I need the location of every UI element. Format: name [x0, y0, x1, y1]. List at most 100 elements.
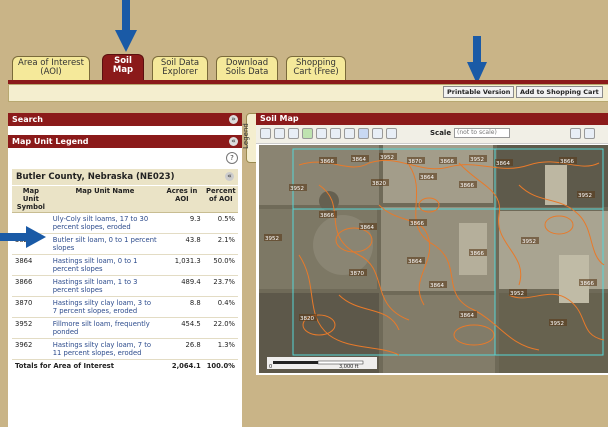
- identify-icon[interactable]: [358, 128, 369, 139]
- symbol-cell: 3870: [12, 296, 50, 318]
- table-row: 3864 Hastings silt loam, 0 to 1 percent …: [12, 254, 238, 276]
- symbol-cell: 3866: [12, 275, 50, 297]
- map-unit-name-link[interactable]: Hastings silty clay loam, 7 to 11 percen…: [49, 338, 161, 360]
- column-header-acres: Acres in AOI: [160, 186, 204, 213]
- totals-row: Totals for Area of Interest 2,064.1 100.…: [12, 360, 238, 373]
- acres-cell: 1,031.3: [160, 254, 204, 276]
- map-unit-name-link[interactable]: Hastings silt loam, 1 to 3 percent slope…: [49, 275, 161, 297]
- map-unit-label: 3864: [420, 175, 434, 181]
- clear-icon[interactable]: [386, 128, 397, 139]
- collapse-icon[interactable]: «: [229, 137, 238, 146]
- legend-toggle-icon[interactable]: [584, 128, 595, 139]
- legend-panel-header[interactable]: Map Unit Legend «: [8, 135, 242, 148]
- map-unit-label: 3952: [470, 157, 484, 163]
- map-unit-name-link[interactable]: Butler silt loam, 0 to 1 percent slopes: [49, 233, 161, 255]
- expand-icon[interactable]: »: [229, 115, 238, 124]
- full-extent-icon[interactable]: [302, 128, 313, 139]
- totals-acres: 2,064.1: [171, 362, 201, 370]
- percent-cell: 1.3%: [203, 338, 238, 360]
- zoom-to-aoi-icon[interactable]: [316, 128, 327, 139]
- legend-side-tab-label: Legend: [241, 123, 250, 149]
- percent-cell: 23.7%: [203, 275, 238, 297]
- pointer-arrow-icon: [115, 0, 137, 52]
- soil-map-panel: Soil Map Scale (not to scale) 3866 3864 …: [256, 113, 608, 375]
- county-header: Butler County, Nebraska (NE023) «: [12, 169, 238, 185]
- map-unit-label: 3952: [290, 186, 304, 192]
- acres-cell: 9.3: [160, 212, 204, 234]
- scalebar-start: 0: [269, 364, 272, 370]
- layers-icon[interactable]: [570, 128, 581, 139]
- map-unit-label: 3866: [460, 183, 474, 189]
- tab-soil-data-explorer[interactable]: Soil Data Explorer: [152, 56, 208, 80]
- map-unit-label: 3870: [350, 271, 364, 277]
- map-unit-label: 3864: [460, 313, 474, 319]
- map-unit-label: 3870: [408, 159, 422, 165]
- map-unit-name-link[interactable]: Hastings silt loam, 0 to 1 percent slope…: [49, 254, 161, 276]
- search-panel-header[interactable]: Search »: [8, 113, 242, 126]
- scale-label: Scale: [430, 129, 452, 137]
- aerial-map: 3866 3864 3952 3870 3866 3952 3864 3866 3952 3820…: [259, 145, 608, 373]
- column-header-percent: Percent of AOI: [203, 186, 238, 213]
- map-unit-label: 3952: [550, 321, 564, 327]
- map-unit-name-link[interactable]: Fillmore silt loam, frequently ponded: [49, 317, 161, 339]
- acres-cell: 8.8: [160, 296, 204, 318]
- scalebar-end: 3,000 ft: [339, 364, 359, 370]
- map-unit-legend-table: Map Unit Symbol Map Unit Name Acres in A…: [12, 186, 238, 372]
- back-icon[interactable]: [330, 128, 341, 139]
- scale-select[interactable]: (not to scale): [454, 128, 510, 138]
- add-to-shopping-cart-button[interactable]: Add to Shopping Cart: [516, 86, 603, 98]
- acres-cell: 454.5: [160, 317, 204, 339]
- percent-cell: 50.0%: [203, 254, 238, 276]
- pan-hand-icon[interactable]: [288, 128, 299, 139]
- map-unit-label: 3820: [300, 316, 314, 322]
- percent-cell: 0.5%: [203, 212, 238, 234]
- map-unit-label: 3864: [408, 259, 422, 265]
- column-header-symbol: Map Unit Symbol: [12, 186, 50, 213]
- percent-cell: 2.1%: [203, 233, 238, 255]
- tab-shopping-cart[interactable]: Shopping Cart (Free): [286, 56, 346, 80]
- help-row: ?: [8, 150, 242, 164]
- percent-cell: 0.4%: [203, 296, 238, 318]
- map-unit-name-link[interactable]: Uly-Coly silt loams, 17 to 30 percent sl…: [49, 212, 161, 234]
- pointer-arrow-icon: [467, 36, 487, 84]
- map-unit-label: 3866: [560, 159, 574, 165]
- symbol-cell: 3962: [12, 338, 50, 360]
- map-unit-label: 3864: [496, 161, 510, 167]
- collapse-icon[interactable]: «: [225, 172, 234, 181]
- search-title: Search: [12, 115, 43, 124]
- measure-icon[interactable]: [372, 128, 383, 139]
- forward-icon[interactable]: [344, 128, 355, 139]
- map-unit-label: 3866: [580, 281, 594, 287]
- map-header: Soil Map: [256, 113, 608, 125]
- acres-cell: 489.4: [160, 275, 204, 297]
- table-row: 3870 Hastings silty clay loam, 3 to 7 pe…: [12, 296, 238, 318]
- map-title: Soil Map: [260, 114, 299, 123]
- map-unit-label: 3864: [352, 157, 366, 163]
- left-panel: Search » Map Unit Legend « ? Butler Coun…: [8, 113, 242, 427]
- map-unit-label: 3864: [430, 283, 444, 289]
- legend-title: Map Unit Legend: [12, 137, 89, 146]
- zoom-out-icon[interactable]: [274, 128, 285, 139]
- tab-download-soils-data[interactable]: Download Soils Data: [216, 56, 278, 80]
- tab-area-of-interest[interactable]: Area of Interest (AOI): [12, 56, 90, 80]
- map-unit-name-link[interactable]: Hastings silty clay loam, 3 to 7 percent…: [49, 296, 161, 318]
- totals-label: Totals for Area of Interest: [15, 362, 114, 370]
- symbol-cell: 3952: [12, 317, 50, 339]
- map-unit-label: 3866: [320, 159, 334, 165]
- map-unit-label: 3952: [380, 155, 394, 161]
- table-header-row: Map Unit Symbol Map Unit Name Acres in A…: [12, 186, 238, 213]
- map-unit-label: 3952: [510, 291, 524, 297]
- column-header-name: Map Unit Name: [49, 186, 161, 213]
- map-canvas[interactable]: 3866 3864 3952 3870 3866 3952 3864 3866 3952 3820…: [259, 145, 608, 373]
- map-unit-label: 3866: [470, 251, 484, 257]
- printable-version-button[interactable]: Printable Version: [443, 86, 515, 98]
- totals-percent: 100.0%: [206, 362, 235, 370]
- zoom-in-icon[interactable]: [260, 128, 271, 139]
- table-row: 3952 Fillmore silt loam, frequently pond…: [12, 317, 238, 339]
- map-unit-label: 3866: [410, 221, 424, 227]
- table-row: 3866 Hastings silt loam, 1 to 3 percent …: [12, 275, 238, 297]
- tab-soil-map[interactable]: Soil Map: [102, 54, 144, 80]
- help-icon[interactable]: ?: [226, 152, 238, 164]
- map-unit-label: 3952: [578, 193, 592, 199]
- acres-cell: 26.8: [160, 338, 204, 360]
